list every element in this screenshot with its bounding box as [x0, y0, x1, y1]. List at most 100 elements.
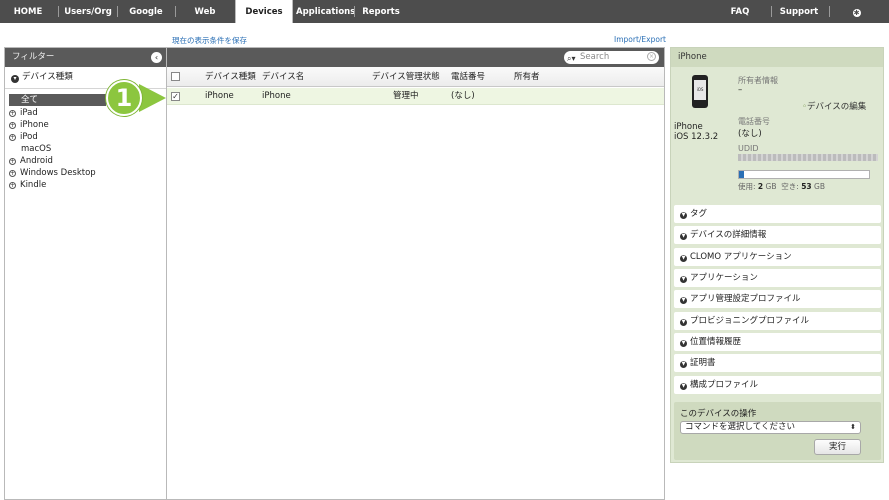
header-management-status[interactable]: デバイス管理状態	[372, 67, 440, 87]
chevron-down-icon: ▼	[680, 383, 687, 390]
table-row[interactable]: ✓ iPhone iPhone 管理中 (なし)	[167, 88, 664, 105]
nav-devices[interactable]: Devices	[235, 0, 293, 23]
section-provisioning-profiles[interactable]: ▼ プロビジョニングプロファイル	[674, 312, 881, 330]
nav-applications[interactable]: Applications	[296, 0, 355, 23]
filter-item-label: iPod	[20, 132, 38, 142]
chevron-down-icon: ▼	[680, 212, 687, 219]
section-label: デバイスの詳細情報	[690, 230, 767, 240]
callout-arrow	[139, 84, 166, 112]
plus-circle-icon: +	[9, 170, 16, 177]
nav-settings[interactable]: ✱ Settings	[834, 0, 882, 41]
top-nav: HOME Users/Org Google Apps Web Access De…	[0, 0, 889, 41]
filter-item-macos[interactable]: macOS	[21, 143, 51, 155]
edit-device-link[interactable]: ◦デバイスの編集	[802, 100, 866, 112]
section-certificates[interactable]: ▼ 証明書	[674, 354, 881, 372]
device-detail-panel: iPhone iOS iPhone iOS 12.3.2 所有者情報 – ◦デバ…	[670, 47, 884, 463]
nav-users-org[interactable]: Users/Org	[62, 0, 114, 23]
import-export-link[interactable]: Import/Export	[614, 35, 666, 44]
select-arrows-icon: ⬍	[850, 423, 856, 431]
filter-item-iphone[interactable]: + iPhone	[9, 119, 49, 131]
section-clomo-apps[interactable]: ▼ CLOMO アプリケーション	[674, 248, 881, 266]
nav-separator	[117, 6, 118, 17]
section-label: CLOMO アプリケーション	[690, 252, 792, 262]
nav-faq[interactable]: FAQ	[725, 0, 755, 23]
filter-item-android[interactable]: + Android	[9, 155, 53, 167]
row-checkbox[interactable]: ✓	[171, 92, 180, 101]
filter-item-ipod[interactable]: + iPod	[9, 131, 38, 143]
filter-item-windows-desktop[interactable]: + Windows Desktop	[9, 167, 96, 179]
plus-circle-icon: +	[9, 134, 16, 141]
free-value: 53	[801, 182, 812, 191]
collapse-left-icon[interactable]: ‹	[151, 52, 162, 63]
save-view-link[interactable]: 現在の表示条件を保存	[172, 35, 247, 46]
chevron-down-icon: ▼	[680, 297, 687, 304]
device-model: iPhone	[674, 122, 703, 132]
cell-device-type: iPhone	[205, 91, 234, 101]
owner-label: 所有者情報	[738, 76, 778, 85]
filter-item-label: iPad	[20, 108, 38, 118]
chevron-down-icon: ▼	[680, 340, 687, 347]
filter-item-all[interactable]: 全て	[9, 94, 106, 106]
cell-device-name: iPhone	[262, 91, 291, 101]
plus-circle-icon: +	[9, 110, 16, 117]
detail-title: iPhone	[671, 48, 883, 67]
cell-management-status: 管理中	[393, 91, 419, 101]
callout-number-badge: 1	[106, 80, 142, 116]
section-location-history[interactable]: ▼ 位置情報履歴	[674, 333, 881, 351]
section-device-details[interactable]: ▼ デバイスの詳細情報	[674, 226, 881, 244]
nav-google-apps[interactable]: Google Apps	[120, 0, 172, 41]
command-select[interactable]: コマンドを選択してください ⬍	[680, 421, 861, 434]
nav-separator	[771, 6, 772, 17]
filter-item-label: iPhone	[20, 120, 49, 130]
run-button[interactable]: 実行	[814, 439, 861, 455]
nav-settings-label: Settings	[837, 31, 879, 41]
section-label: タグ	[690, 209, 708, 219]
nav-separator	[354, 6, 355, 17]
header-device-name[interactable]: デバイス名	[262, 67, 304, 87]
section-config-profiles[interactable]: ▼ 構成プロファイル	[674, 376, 881, 394]
chevron-down-icon: ▼	[680, 233, 687, 240]
search-input[interactable]: ⌕▾ Search ×	[564, 51, 659, 64]
section-app-config-profiles[interactable]: ▼ アプリ管理設定プロファイル	[674, 290, 881, 308]
storage-usage-bar	[738, 170, 870, 179]
device-list-toolbar: ⌕▾ Search ×	[167, 48, 664, 67]
device-operations: このデバイスの操作 コマンドを選択してください ⬍ 実行	[674, 402, 881, 460]
nav-support[interactable]: Support	[778, 0, 820, 23]
section-tags[interactable]: ▼ タグ	[674, 205, 881, 223]
section-applications[interactable]: ▼ アプリケーション	[674, 269, 881, 287]
filter-item-ipad[interactable]: + iPad	[9, 107, 38, 119]
nav-reports[interactable]: Reports	[362, 0, 400, 23]
storage-usage-fill	[739, 171, 744, 178]
header-phone-number[interactable]: 電話番号	[451, 67, 485, 87]
filter-header: フィルター ‹	[5, 48, 166, 67]
gear-icon: ✱	[852, 9, 861, 17]
free-label: 空き:	[781, 182, 799, 191]
chevron-down-icon: ▼	[680, 361, 687, 368]
section-label: アプリ管理設定プロファイル	[690, 294, 801, 304]
section-label: 構成プロファイル	[690, 380, 759, 390]
header-device-type[interactable]: デバイス種類	[205, 67, 256, 87]
nav-home[interactable]: HOME	[8, 0, 48, 23]
used-label: 使用:	[738, 182, 756, 191]
device-os-version: iOS 12.3.2	[674, 132, 719, 142]
chevron-down-icon: ▾	[11, 75, 19, 83]
search-icon: ⌕▾	[567, 54, 576, 63]
nav-web-access[interactable]: Web Access	[178, 0, 232, 41]
clear-icon[interactable]: ×	[647, 52, 656, 61]
filter-item-label: Windows Desktop	[20, 168, 96, 178]
used-unit: GB	[765, 182, 777, 191]
phone-label: 電話番号	[738, 117, 770, 126]
nav-separator	[829, 6, 830, 17]
used-value: 2	[757, 182, 764, 191]
filter-item-kindle[interactable]: + Kindle	[9, 179, 46, 191]
edit-device-label: デバイスの編集	[807, 102, 867, 112]
udid-label: UDID	[738, 144, 759, 153]
filter-panel: フィルター ‹ ▾ デバイス種類 全て + iPad + iPhone + iPod m…	[4, 47, 167, 500]
section-label: アプリケーション	[690, 273, 758, 283]
select-all-checkbox[interactable]	[171, 72, 180, 81]
plus-circle-icon: +	[9, 122, 16, 129]
table-header: デバイス種類 デバイス名 デバイス管理状態 電話番号 所有者	[167, 67, 664, 87]
header-owner[interactable]: 所有者	[514, 67, 540, 87]
plus-circle-icon: +	[9, 182, 16, 189]
device-list-panel: ⌕▾ Search × デバイス種類 デバイス名 デバイス管理状態 電話番号 所…	[167, 47, 665, 500]
